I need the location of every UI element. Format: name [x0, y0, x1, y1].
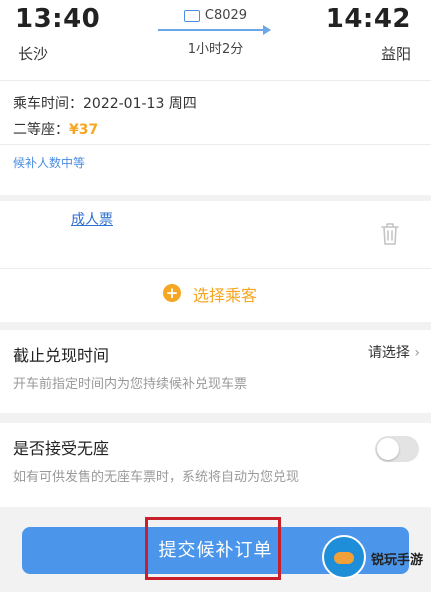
journey-card: 13:40 14:42 长沙 益阳 C8029 1小时2分 乘车时间：2022-… [0, 0, 431, 195]
adult-ticket-link[interactable]: 成人票 [71, 209, 113, 229]
travel-date-label: 乘车时间： [13, 96, 83, 112]
train-number-text: C8029 [204, 8, 248, 23]
plus-circle-icon: + [163, 284, 181, 302]
waitlist-status: 候补人数中等 [13, 156, 86, 170]
travel-date: 乘车时间：2022-01-13 周四 [13, 93, 197, 113]
select-passenger-button[interactable]: + 选择乘客 [0, 269, 431, 322]
ticket-price: ¥37 [69, 122, 99, 138]
watermark-text: 锐玩手游 [371, 553, 424, 568]
train-number: C8029 [0, 8, 431, 23]
gamepad-icon [334, 552, 354, 564]
deadline-select[interactable]: 请选择 › [368, 342, 420, 362]
trip-duration: 1小时2分 [187, 42, 244, 57]
train-icon [183, 9, 200, 22]
select-passenger-label: 选择乘客 [193, 286, 258, 305]
no-seat-description: 如有可供发售的无座车票时，系统将自动为您兑现 [13, 470, 300, 485]
gamepad-logo-icon [322, 535, 366, 579]
passenger-card: 成人票 + 选择乘客 [0, 201, 431, 322]
no-seat-toggle[interactable] [375, 436, 419, 462]
seat-class: 二等座：¥37 [13, 119, 98, 139]
deadline-description: 开车前指定时间内为您持续候补兑现车票 [13, 377, 248, 392]
deadline-select-label: 请选择 [367, 345, 410, 361]
travel-date-value: 2022-01-13 周四 [83, 96, 197, 112]
deadline-row[interactable]: 截止兑现时间 请选择 › 开车前指定时间内为您持续候补兑现车票 [0, 330, 431, 413]
no-seat-title: 是否接受无座 [13, 439, 110, 458]
divider [0, 80, 431, 81]
toggle-knob [377, 438, 399, 460]
chevron-right-icon: › [414, 345, 420, 361]
journey-arrow [158, 25, 271, 35]
no-seat-row: 是否接受无座 如有可供发售的无座车票时，系统将自动为您兑现 [0, 423, 431, 507]
deadline-title: 截止兑现时间 [13, 346, 110, 365]
trash-icon[interactable] [378, 221, 402, 247]
divider [0, 144, 431, 145]
seat-class-label: 二等座： [13, 122, 69, 138]
